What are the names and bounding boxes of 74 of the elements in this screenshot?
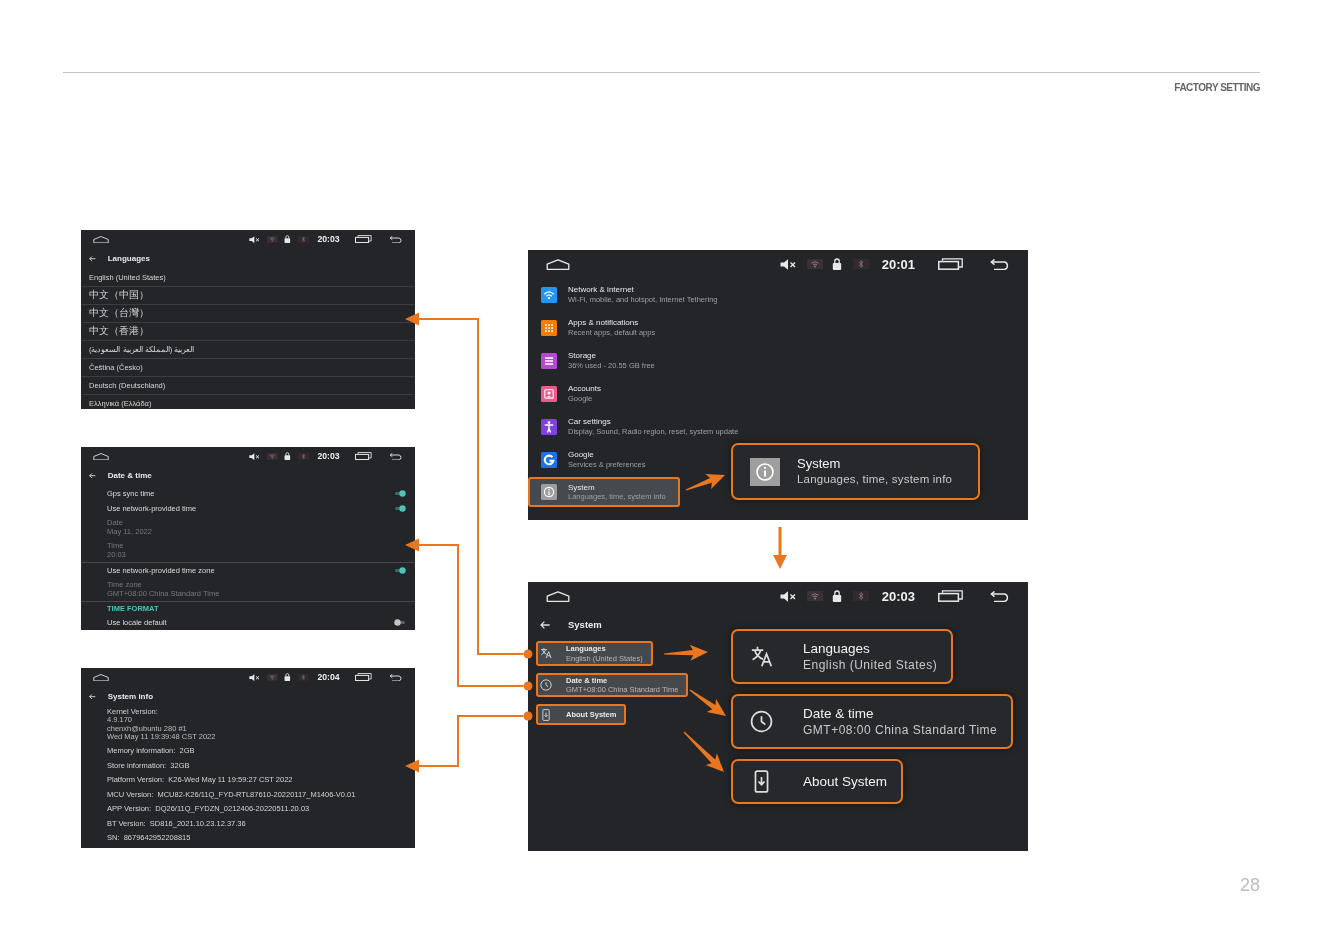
callout-subtitle: Languages, time, system info [797,472,953,487]
down-arrow [773,527,787,569]
status-time: 20:03 [317,452,340,461]
screen-title: System [568,619,602,631]
phone-download-icon [540,708,552,721]
wifi-icon [267,453,278,460]
recent-apps-icon[interactable] [938,258,963,270]
toggle-switch[interactable] [394,566,406,574]
home-icon[interactable] [546,258,570,270]
padlock-icon [284,673,291,682]
pointer-arrow [685,474,725,491]
info-icon [750,457,780,486]
callout-title: About System [803,773,888,790]
muted-speaker-icon [779,258,796,270]
pointer-arrow [664,644,708,661]
wifi-icon [267,674,278,681]
screen-title: System info [107,691,154,702]
translate-icon [540,647,552,660]
home-icon[interactable] [546,590,570,602]
pointer-arrow [689,689,726,716]
clock-icon [750,710,773,733]
back-arrow-icon[interactable] [540,621,550,629]
clock-icon [540,678,552,691]
muted-speaker-icon [779,590,796,602]
wifi-icon [806,259,823,269]
home-icon[interactable] [93,452,110,460]
muted-speaker-icon [249,673,260,681]
padlock-icon [831,258,842,270]
wifi-icon [267,236,278,243]
callout-title: System [797,456,842,472]
screen-title: Date & time [107,470,152,481]
muted-speaker-icon [249,235,260,243]
toggle-switch[interactable] [394,504,406,512]
status-time: 20:04 [317,673,340,682]
padlock-icon [831,590,842,602]
toggle-switch[interactable] [394,618,406,626]
bluetooth-icon [298,453,309,460]
home-icon[interactable] [93,673,110,681]
status-time: 20:03 [881,589,915,603]
back-arrow-icon[interactable] [89,694,96,700]
callout-title: Languages [803,640,871,657]
padlock-icon [284,235,291,244]
recent-apps-icon[interactable] [354,452,372,461]
bluetooth-icon [298,236,309,243]
callout-subtitle: GMT+08:00 China Standard Time [803,722,998,738]
back-icon[interactable] [388,673,403,681]
recent-apps-icon[interactable] [354,235,372,244]
home-icon[interactable] [93,235,110,243]
bluetooth-icon [852,591,869,601]
back-arrow-icon[interactable] [89,256,96,262]
back-icon[interactable] [388,452,403,460]
callout-title: Date & time [803,705,875,722]
back-icon[interactable] [388,235,403,243]
status-time: 20:03 [317,235,340,244]
pointer-arrow [683,731,724,772]
page-number: 28 [1239,875,1260,895]
screen-title: Languages [107,253,150,264]
bluetooth-icon [298,674,309,681]
language-option[interactable]: 中文（香港） [81,322,415,341]
recent-apps-icon[interactable] [938,590,963,602]
back-icon[interactable] [988,590,1010,602]
callout-subtitle: English (United States) [803,657,938,673]
wifi-icon [806,591,823,601]
padlock-icon [284,452,291,461]
section-title: FACTORY SETTING [1174,82,1260,94]
recent-apps-icon[interactable] [354,673,372,682]
translate-icon [750,645,773,668]
bluetooth-icon [852,259,869,269]
back-icon[interactable] [988,258,1010,270]
muted-speaker-icon [249,452,260,460]
status-time: 20:01 [881,257,915,271]
toggle-switch[interactable] [394,489,406,497]
back-arrow-icon[interactable] [89,473,96,479]
language-option[interactable]: 中文（中国） [81,286,415,305]
